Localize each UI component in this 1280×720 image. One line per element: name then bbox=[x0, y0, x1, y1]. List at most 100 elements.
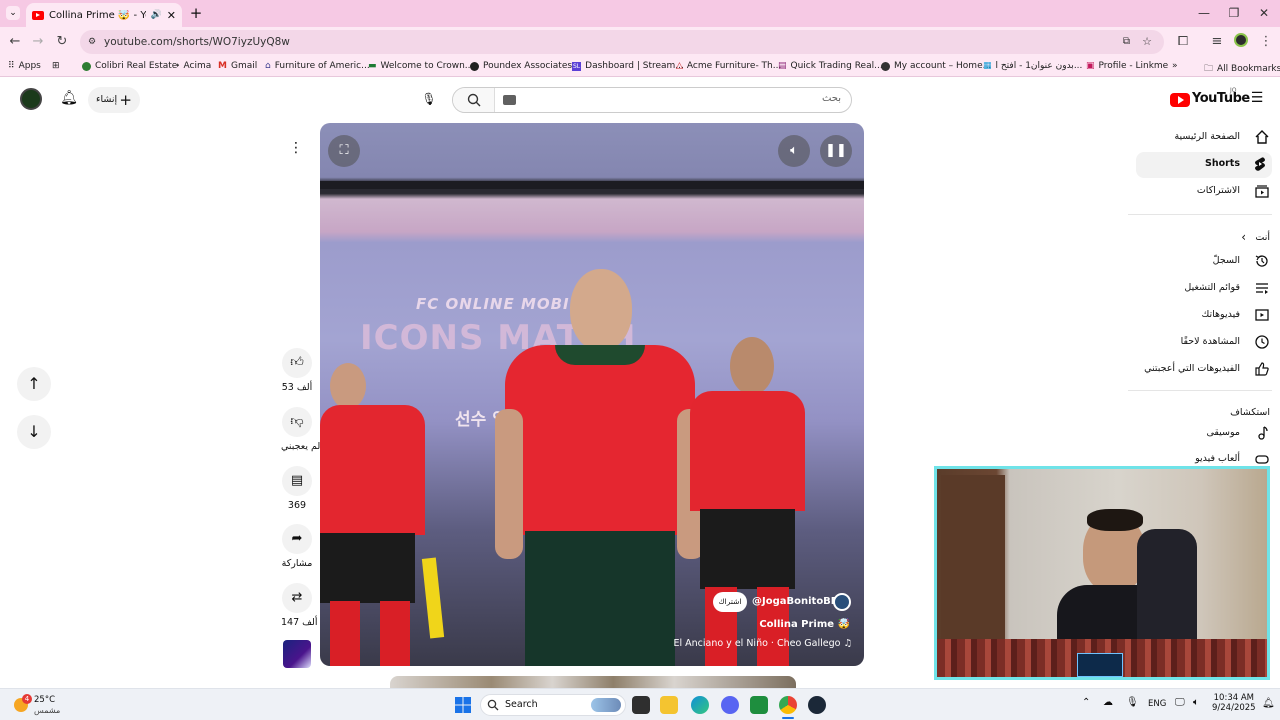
dislike-action[interactable]: 👎︎ لم يعجبني bbox=[281, 407, 320, 452]
edge-icon[interactable] bbox=[691, 696, 709, 714]
channel-avatar[interactable] bbox=[833, 593, 851, 611]
like-action[interactable]: 👍︎ 53 ألف bbox=[281, 348, 313, 393]
gamebar-icon[interactable] bbox=[750, 696, 768, 714]
referee-right-figure bbox=[685, 337, 810, 666]
channel-handle[interactable]: @JogaBonitoBR1 bbox=[752, 596, 845, 607]
bookmarks-overflow-button[interactable]: » bbox=[1172, 61, 1178, 71]
short-video-player[interactable]: FC ONLINE MOBILE ICONS MATCH 선수 입 ⛶ 🔈︎ ❚… bbox=[320, 123, 864, 666]
kebab-menu-icon: ⋮ bbox=[1259, 34, 1273, 49]
site-info-icon[interactable]: ⚙ bbox=[88, 30, 96, 54]
keyboard-icon[interactable] bbox=[503, 95, 516, 105]
notifications-tray-icon[interactable]: 🔔︎ bbox=[1262, 698, 1275, 709]
bookmark-item[interactable]: ▤ Quick Trading Real... bbox=[778, 61, 883, 71]
audio-playing-icon[interactable]: 🔊 bbox=[151, 10, 162, 20]
volume-tray-icon[interactable]: 🔈︎ bbox=[1193, 697, 1199, 708]
close-window-button[interactable]: ✕ bbox=[1249, 4, 1279, 22]
bookmark-item[interactable]: ▣ Profile - Linkme bbox=[1086, 61, 1168, 71]
sidebar-item-your-videos[interactable]: فيديوهاتك bbox=[1128, 303, 1280, 329]
back-button[interactable]: ← bbox=[6, 33, 24, 51]
music-track[interactable]: El Anciano y el Niño · Cheo Gallego ♫ bbox=[673, 638, 852, 649]
subscribe-button[interactable]: اشتراك bbox=[713, 592, 747, 612]
bookmark-item[interactable]: My account – Home... bbox=[881, 61, 991, 71]
share-action[interactable]: ➦ مشاركة bbox=[281, 524, 313, 569]
voice-search-button[interactable]: 🎙︎ bbox=[418, 88, 440, 110]
sidebar-item-history[interactable]: السجلّ bbox=[1128, 249, 1280, 275]
microphone-tray-icon[interactable]: 🎙︎ bbox=[1126, 697, 1139, 708]
notifications-button[interactable]: 🔔︎ bbox=[60, 90, 78, 108]
reload-button[interactable]: ↻ bbox=[53, 33, 71, 51]
onedrive-icon[interactable]: ☁ bbox=[1103, 697, 1113, 708]
guide-menu-button[interactable]: ☰ bbox=[1248, 90, 1266, 108]
sidebar-item-label: ألعاب فيديو bbox=[1195, 453, 1240, 464]
bookmark-star-icon[interactable]: ☆ bbox=[1142, 30, 1152, 54]
sidebar-item-watch-later[interactable]: المشاهدة لاحقًا bbox=[1128, 330, 1280, 356]
fullscreen-button[interactable]: ⛶ bbox=[328, 135, 360, 167]
sidebar-item-shorts[interactable]: Shorts bbox=[1136, 152, 1272, 178]
comment-icon[interactable]: ▤ bbox=[282, 466, 312, 496]
language-indicator[interactable]: ENG bbox=[1148, 699, 1166, 709]
create-button[interactable]: + إنشاء bbox=[88, 87, 140, 113]
bookmark-item[interactable]: △ Acme Furniture- Th... bbox=[676, 61, 781, 71]
address-bar[interactable]: ⚙ youtube.com/shorts/WO7iyzUyQ8w ⧉ ☆ bbox=[80, 30, 1164, 54]
browser-tab-youtube[interactable]: Collina Prime 🤯 - YouTube 🔊 ✕ bbox=[26, 3, 182, 27]
all-bookmarks-button[interactable]: 🗀 All Bookmarks bbox=[1204, 61, 1280, 77]
document-icon: ▤ bbox=[778, 61, 787, 71]
weather-widget[interactable]: 4 25°C مشمس bbox=[12, 692, 82, 718]
remix-icon[interactable]: ⇄ bbox=[282, 583, 312, 613]
tab-search-button[interactable]: ⌄ bbox=[6, 6, 20, 20]
your-videos-icon bbox=[1255, 309, 1269, 321]
sidebar-item-playlists[interactable]: قوائم التشغيل bbox=[1128, 276, 1280, 302]
account-avatar[interactable] bbox=[20, 88, 42, 110]
media-controls-button[interactable]: ≡ bbox=[1208, 33, 1226, 51]
new-tab-button[interactable]: + bbox=[188, 4, 204, 22]
chrome-icon[interactable] bbox=[779, 696, 797, 714]
browser-menu-button[interactable]: ⋮ bbox=[1257, 33, 1275, 51]
bookmark-item[interactable]: SL Dashboard | Stream... bbox=[572, 61, 684, 71]
comments-action[interactable]: ▤ 369 bbox=[281, 466, 313, 511]
network-icon[interactable]: 🖵︎ bbox=[1175, 697, 1185, 708]
active-app-indicator bbox=[782, 717, 794, 719]
cast-icon[interactable]: ⧉ bbox=[1123, 30, 1130, 54]
search-box[interactable]: بحث bbox=[452, 87, 852, 113]
bookmark-item[interactable]: Colibri Real Estate bbox=[82, 61, 177, 71]
thumbs-up-icon[interactable]: 👍︎ bbox=[282, 348, 312, 378]
bookmark-item[interactable]: ▬ Welcome to Crown... bbox=[368, 61, 473, 71]
start-button[interactable] bbox=[454, 696, 472, 714]
next-short-button[interactable]: ↓ bbox=[17, 415, 51, 449]
steam-icon[interactable] bbox=[808, 696, 826, 714]
taskbar-search[interactable]: Search bbox=[480, 694, 626, 716]
forward-button[interactable]: → bbox=[29, 33, 47, 51]
remix-action[interactable]: ⇄ 147 ألف bbox=[281, 583, 318, 628]
sidebar-item-subscriptions[interactable]: الاشتراكات bbox=[1128, 179, 1280, 205]
youtube-logo[interactable]: YouTube JO bbox=[1170, 87, 1250, 111]
bookmark-item[interactable]: ▦ بدون عنوان1 - افتح ا... bbox=[983, 61, 1082, 71]
minimize-button[interactable]: — bbox=[1189, 4, 1219, 22]
bookmark-item[interactable]: ➝ Acima bbox=[172, 61, 211, 71]
file-explorer-icon[interactable] bbox=[660, 696, 678, 714]
previous-short-button[interactable]: ↑ bbox=[17, 367, 51, 401]
task-view-icon[interactable] bbox=[632, 696, 650, 714]
share-icon[interactable]: ➦ bbox=[282, 524, 312, 554]
sidebar-item-music[interactable]: موسيقى bbox=[1128, 421, 1280, 447]
search-button[interactable] bbox=[453, 88, 495, 112]
sidebar-item-liked-videos[interactable]: الفيديوهات التي أعجبتني bbox=[1128, 357, 1280, 383]
clock[interactable]: 10:34 AM 9/24/2025 bbox=[1212, 693, 1256, 713]
pause-button[interactable]: ❚❚ bbox=[820, 135, 852, 167]
restore-button[interactable]: ❐ bbox=[1219, 4, 1249, 22]
extensions-button[interactable]: ⧠ bbox=[1174, 33, 1192, 51]
tray-overflow-button[interactable]: ⌃ bbox=[1082, 697, 1090, 708]
mute-button[interactable]: 🔈︎ bbox=[778, 135, 810, 167]
tab-close-icon[interactable]: ✕ bbox=[167, 9, 176, 22]
bookmark-item[interactable]: M Gmail bbox=[218, 61, 257, 71]
thumbs-down-icon[interactable]: 👎︎ bbox=[282, 407, 312, 437]
sidebar-item-home[interactable]: الصفحة الرئيسية bbox=[1128, 125, 1280, 151]
discord-icon[interactable] bbox=[721, 696, 739, 714]
bookmark-item[interactable]: Poundex Associates... bbox=[470, 61, 581, 71]
bookmark-apps[interactable]: ⠿ Apps bbox=[8, 61, 41, 71]
short-title[interactable]: Collina Prime 🤯 bbox=[759, 619, 850, 630]
bookmark-item[interactable]: ⌂ Furniture of Americ... bbox=[265, 61, 370, 71]
sound-thumbnail[interactable] bbox=[283, 640, 311, 668]
profile-avatar[interactable] bbox=[1232, 33, 1250, 51]
bookmark-grid-shortcut[interactable]: ⊞ bbox=[52, 61, 60, 71]
more-options-button[interactable]: ⋮ bbox=[286, 140, 306, 160]
